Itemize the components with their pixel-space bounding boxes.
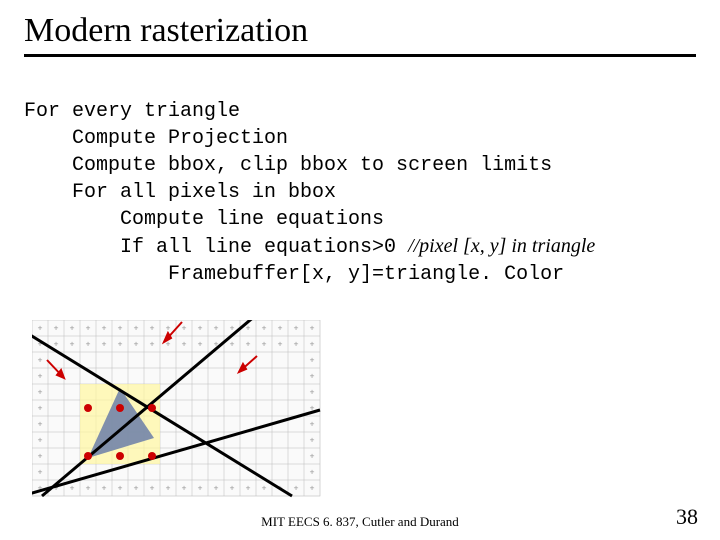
svg-text:+: + bbox=[70, 340, 75, 349]
svg-text:+: + bbox=[118, 340, 123, 349]
svg-text:+: + bbox=[182, 340, 187, 349]
svg-text:+: + bbox=[38, 372, 43, 381]
code-comment: //pixel [x, y] in triangle bbox=[408, 235, 595, 257]
svg-text:+: + bbox=[134, 484, 139, 493]
svg-text:+: + bbox=[310, 420, 315, 429]
footer-credit: MIT EECS 6. 837, Cutler and Durand bbox=[0, 514, 720, 530]
svg-text:+: + bbox=[198, 484, 203, 493]
svg-text:+: + bbox=[38, 388, 43, 397]
svg-text:+: + bbox=[230, 324, 235, 333]
svg-text:+: + bbox=[310, 340, 315, 349]
svg-text:+: + bbox=[310, 468, 315, 477]
page-title: Modern rasterization bbox=[24, 12, 696, 50]
svg-text:+: + bbox=[198, 324, 203, 333]
svg-text:+: + bbox=[70, 324, 75, 333]
svg-text:+: + bbox=[310, 484, 315, 493]
svg-text:+: + bbox=[38, 420, 43, 429]
rasterization-figure: + + + + + + + + + + + + + + + + + + + + + + + + + + + + + + + + + + + + + +… bbox=[32, 320, 332, 510]
svg-text:+: + bbox=[230, 340, 235, 349]
code-line: Compute bbox, clip bbox to screen limits bbox=[24, 154, 552, 177]
page-number: 38 bbox=[676, 504, 698, 530]
svg-text:+: + bbox=[118, 484, 123, 493]
svg-text:+: + bbox=[150, 340, 155, 349]
svg-text:+: + bbox=[38, 324, 43, 333]
svg-text:+: + bbox=[102, 340, 107, 349]
svg-text:+: + bbox=[310, 436, 315, 445]
svg-text:+: + bbox=[150, 484, 155, 493]
svg-text:+: + bbox=[182, 324, 187, 333]
svg-text:+: + bbox=[134, 324, 139, 333]
svg-text:+: + bbox=[86, 324, 91, 333]
svg-text:+: + bbox=[134, 340, 139, 349]
svg-text:+: + bbox=[70, 484, 75, 493]
svg-text:+: + bbox=[86, 484, 91, 493]
svg-text:+: + bbox=[310, 372, 315, 381]
svg-text:+: + bbox=[166, 324, 171, 333]
svg-text:+: + bbox=[150, 324, 155, 333]
code-line: For every triangle bbox=[24, 100, 240, 123]
svg-text:+: + bbox=[246, 484, 251, 493]
svg-text:+: + bbox=[38, 356, 43, 365]
svg-text:+: + bbox=[118, 324, 123, 333]
svg-text:+: + bbox=[54, 340, 59, 349]
svg-text:+: + bbox=[38, 468, 43, 477]
code-line: If all line equations>0 bbox=[24, 236, 408, 259]
svg-text:+: + bbox=[278, 324, 283, 333]
title-rule bbox=[24, 54, 696, 57]
svg-text:+: + bbox=[246, 340, 251, 349]
svg-text:+: + bbox=[38, 404, 43, 413]
svg-text:+: + bbox=[38, 436, 43, 445]
code-line: Compute Projection bbox=[24, 127, 288, 150]
code-line: Compute line equations bbox=[24, 208, 384, 231]
svg-text:+: + bbox=[294, 324, 299, 333]
svg-text:+: + bbox=[102, 324, 107, 333]
svg-text:+: + bbox=[198, 340, 203, 349]
svg-text:+: + bbox=[262, 484, 267, 493]
svg-text:+: + bbox=[38, 452, 43, 461]
svg-text:+: + bbox=[294, 484, 299, 493]
svg-text:+: + bbox=[54, 324, 59, 333]
svg-text:+: + bbox=[102, 484, 107, 493]
svg-text:+: + bbox=[214, 484, 219, 493]
svg-text:+: + bbox=[230, 484, 235, 493]
pseudocode-block: For every triangle Compute Projection Co… bbox=[24, 71, 696, 288]
svg-text:+: + bbox=[310, 356, 315, 365]
svg-text:+: + bbox=[86, 340, 91, 349]
svg-text:+: + bbox=[294, 340, 299, 349]
svg-text:+: + bbox=[262, 324, 267, 333]
svg-text:+: + bbox=[262, 340, 267, 349]
svg-text:+: + bbox=[310, 388, 315, 397]
svg-text:+: + bbox=[214, 324, 219, 333]
svg-text:+: + bbox=[310, 452, 315, 461]
svg-text:+: + bbox=[182, 484, 187, 493]
svg-text:+: + bbox=[310, 324, 315, 333]
code-line: For all pixels in bbox bbox=[24, 181, 336, 204]
code-line: Framebuffer[x, y]=triangle. Color bbox=[24, 263, 564, 286]
svg-text:+: + bbox=[166, 484, 171, 493]
svg-text:+: + bbox=[278, 340, 283, 349]
